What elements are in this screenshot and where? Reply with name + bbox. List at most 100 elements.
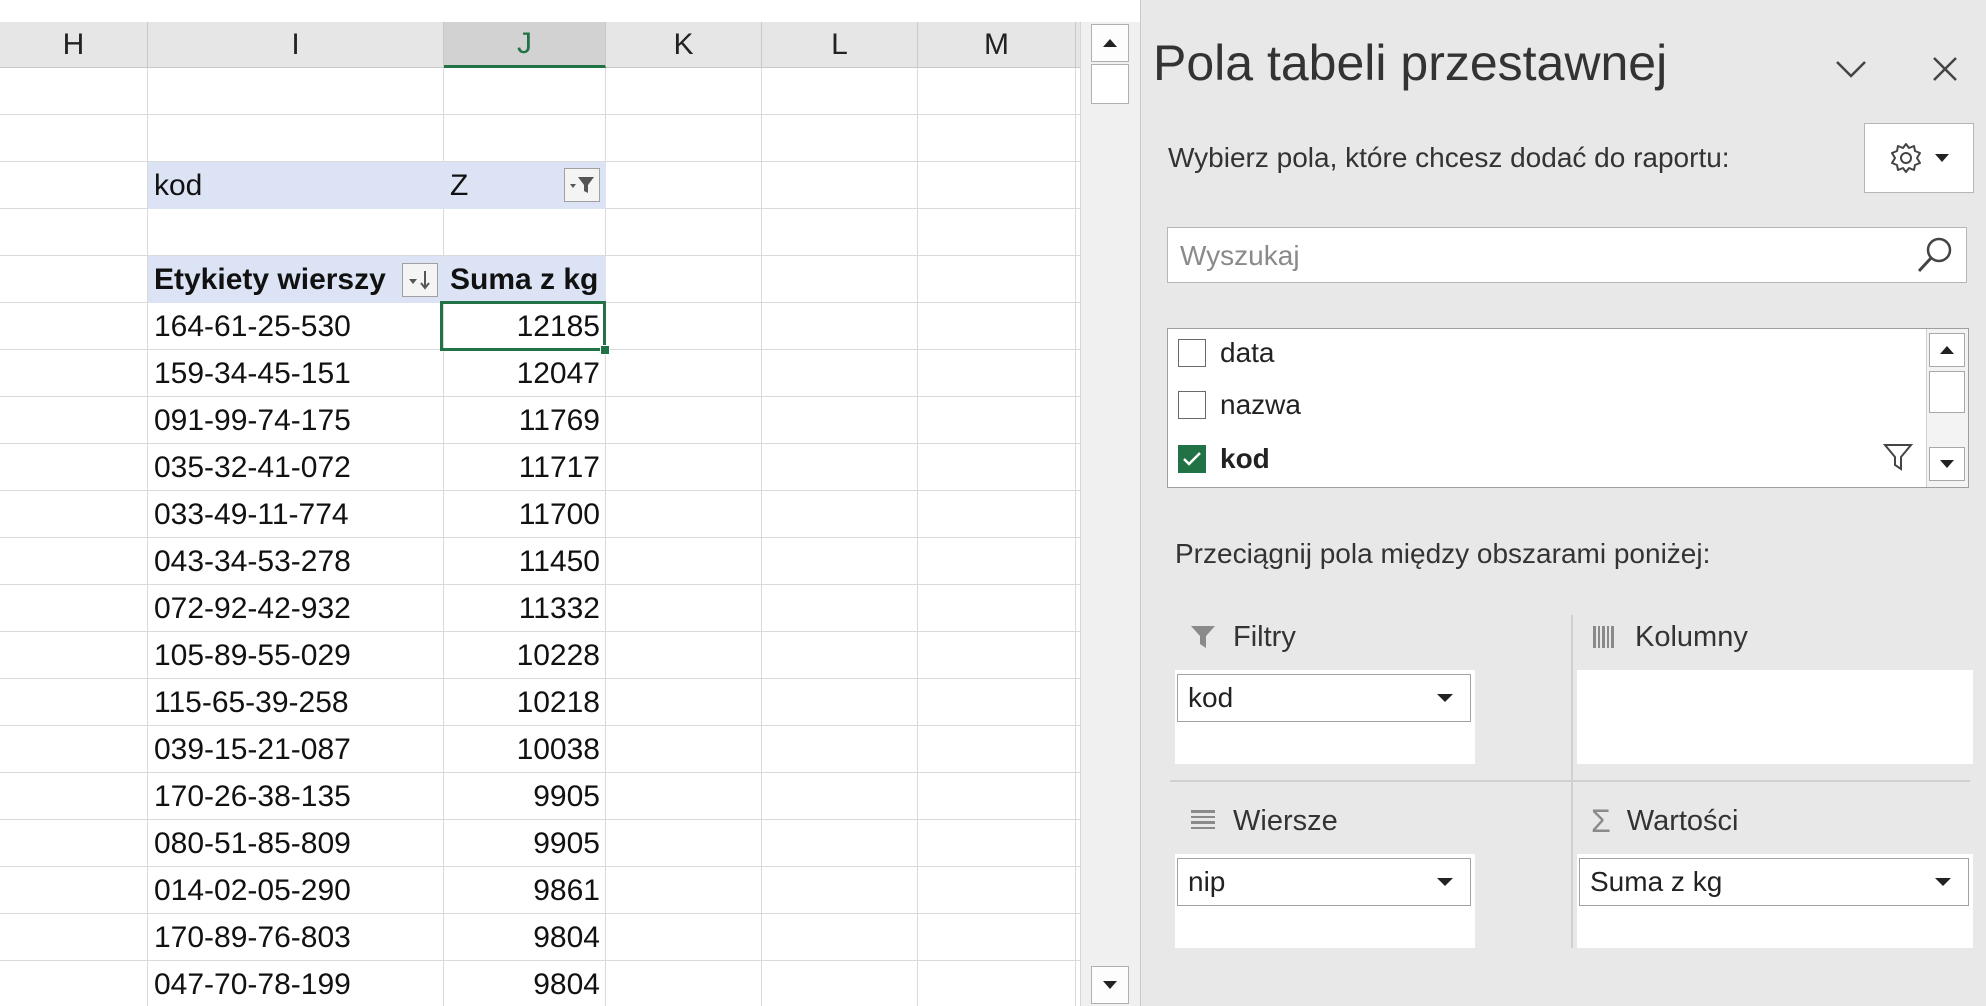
row-labels-header[interactable]: Etykiety wierszy	[148, 256, 444, 303]
table-row: 047-70-78-199 9804	[0, 961, 1080, 1006]
column-header-m[interactable]: M	[918, 22, 1076, 68]
triangle-down-icon	[1103, 981, 1117, 989]
filter-field-label: kod	[1188, 682, 1234, 713]
caret-down-icon[interactable]	[1436, 877, 1454, 887]
row-label-cell[interactable]: 164-61-25-530	[148, 303, 444, 350]
field-list-scrollbar[interactable]	[1926, 329, 1968, 487]
row-labels-sort-button[interactable]	[402, 263, 438, 297]
row-label-cell[interactable]: 072-92-42-932	[148, 585, 444, 632]
value-field-suma-z-kg[interactable]: Suma z kg	[1579, 858, 1969, 906]
filter-dropdown-button[interactable]	[564, 168, 600, 202]
field-filter-icon[interactable]	[1882, 441, 1914, 478]
field-list-scroll-thumb[interactable]	[1929, 371, 1965, 413]
field-item-data[interactable]: data	[1178, 329, 1918, 377]
close-pane-button[interactable]	[1917, 44, 1973, 94]
field-label: kod	[1220, 443, 1270, 474]
table-row: 091-99-74-175 11769	[0, 397, 1080, 444]
row-label-cell[interactable]: 159-34-45-151	[148, 350, 444, 397]
row-label-cell[interactable]: 047-70-78-199	[148, 961, 444, 1006]
field-search-input[interactable]	[1180, 236, 1900, 276]
value-cell[interactable]: 11700	[444, 491, 606, 538]
filter-field-kod[interactable]: kod	[1177, 674, 1471, 722]
value-cell[interactable]: 11332	[444, 585, 606, 632]
gear-icon	[1891, 143, 1921, 173]
row-label-cell[interactable]: 033-49-11-774	[148, 491, 444, 538]
table-row: 039-15-21-087 10038	[0, 726, 1080, 773]
values-drop-zone[interactable]: Suma z kg	[1577, 854, 1973, 948]
value-cell[interactable]: 11717	[444, 444, 606, 491]
grid-row-empty	[0, 209, 1080, 256]
field-list-scroll-up[interactable]	[1929, 333, 1965, 367]
column-header-h[interactable]: H	[0, 22, 148, 68]
column-header-k[interactable]: K	[606, 22, 762, 68]
sigma-icon: Σ	[1591, 802, 1611, 839]
columns-area-title: Kolumny	[1591, 612, 1748, 662]
row-label-cell[interactable]: 091-99-74-175	[148, 397, 444, 444]
scroll-thumb[interactable]	[1091, 64, 1129, 104]
field-list-settings-button[interactable]	[1864, 123, 1974, 193]
row-label-cell[interactable]: 043-34-53-278	[148, 538, 444, 585]
row-label-cell[interactable]: 170-26-38-135	[148, 773, 444, 820]
field-search-box[interactable]	[1167, 227, 1967, 283]
checkmark-icon	[1183, 452, 1201, 466]
value-cell[interactable]: 10228	[444, 632, 606, 679]
field-list-scroll-down[interactable]	[1929, 447, 1965, 481]
value-cell[interactable]: 10038	[444, 726, 606, 773]
pane-options-button[interactable]	[1821, 44, 1881, 94]
row-labels-header-text: Etykiety wierszy	[154, 262, 386, 296]
table-row: 105-89-55-029 10228	[0, 632, 1080, 679]
row-label-cell[interactable]: 035-32-41-072	[148, 444, 444, 491]
row-label-cell[interactable]: 080-51-85-809	[148, 820, 444, 867]
field-item-kod[interactable]: kod	[1178, 435, 1918, 483]
vertical-scrollbar[interactable]	[1080, 22, 1140, 1006]
fill-handle[interactable]	[600, 345, 610, 355]
field-checkbox[interactable]	[1178, 445, 1206, 473]
field-checkbox[interactable]	[1178, 391, 1206, 419]
filter-field-cell[interactable]: kod	[148, 162, 444, 209]
choose-fields-label: Wybierz pola, które chcesz dodać do rapo…	[1168, 142, 1730, 173]
value-cell[interactable]: 10218	[444, 679, 606, 726]
row-label-cell[interactable]: 170-89-76-803	[148, 914, 444, 961]
value-cell[interactable]: 9905	[444, 820, 606, 867]
scroll-down-button[interactable]	[1091, 966, 1129, 1004]
field-checkbox[interactable]	[1178, 339, 1206, 367]
row-label-cell[interactable]: 115-65-39-258	[148, 679, 444, 726]
value-cell[interactable]: 11769	[444, 397, 606, 444]
table-row: 035-32-41-072 11717	[0, 444, 1080, 491]
filters-drop-zone[interactable]: kod	[1175, 670, 1475, 764]
columns-drop-zone[interactable]	[1577, 670, 1973, 764]
table-row: 043-34-53-278 11450	[0, 538, 1080, 585]
rows-area-label: Wiersze	[1233, 804, 1338, 837]
table-row: 164-61-25-530 12185	[0, 303, 1080, 350]
values-area[interactable]: Σ Wartości Suma z kg	[1577, 796, 1973, 948]
value-cell[interactable]: 12047	[444, 350, 606, 397]
column-header-l[interactable]: L	[762, 22, 918, 68]
caret-down-icon[interactable]	[1934, 877, 1952, 887]
field-item-nazwa[interactable]: nazwa	[1178, 381, 1918, 429]
row-field-nip[interactable]: nip	[1177, 858, 1471, 906]
columns-area[interactable]: Kolumny	[1577, 612, 1973, 764]
value-cell[interactable]: 11450	[444, 538, 606, 585]
rows-drop-zone[interactable]: nip	[1175, 854, 1475, 948]
spreadsheet-grid[interactable]: H I J K L M kod Z Etykiety wierszy Suma …	[0, 0, 1080, 1006]
scroll-up-button[interactable]	[1091, 24, 1129, 62]
column-header-i[interactable]: I	[148, 22, 444, 68]
filters-area[interactable]: Filtry kod	[1175, 612, 1475, 764]
column-header-j[interactable]: J	[444, 22, 606, 68]
row-label-cell[interactable]: 014-02-05-290	[148, 867, 444, 914]
caret-down-icon[interactable]	[1436, 693, 1454, 703]
value-cell[interactable]: 9804	[444, 961, 606, 1006]
values-header[interactable]: Suma z kg	[444, 256, 606, 303]
row-label-cell[interactable]: 105-89-55-029	[148, 632, 444, 679]
field-label: data	[1220, 337, 1275, 368]
pivot-fields-pane: Pola tabeli przestawnej Wybierz pola, kt…	[1140, 0, 1986, 1006]
value-cell[interactable]: 9804	[444, 914, 606, 961]
value-cell[interactable]: 9905	[444, 773, 606, 820]
caret-down-icon	[1935, 154, 1949, 162]
search-icon[interactable]	[1914, 234, 1956, 281]
value-cell[interactable]: 12185	[444, 303, 606, 350]
value-cell[interactable]: 9861	[444, 867, 606, 914]
pivot-header-row: Etykiety wierszy Suma z kg	[0, 256, 1080, 303]
rows-area[interactable]: Wiersze nip	[1175, 796, 1475, 948]
row-label-cell[interactable]: 039-15-21-087	[148, 726, 444, 773]
